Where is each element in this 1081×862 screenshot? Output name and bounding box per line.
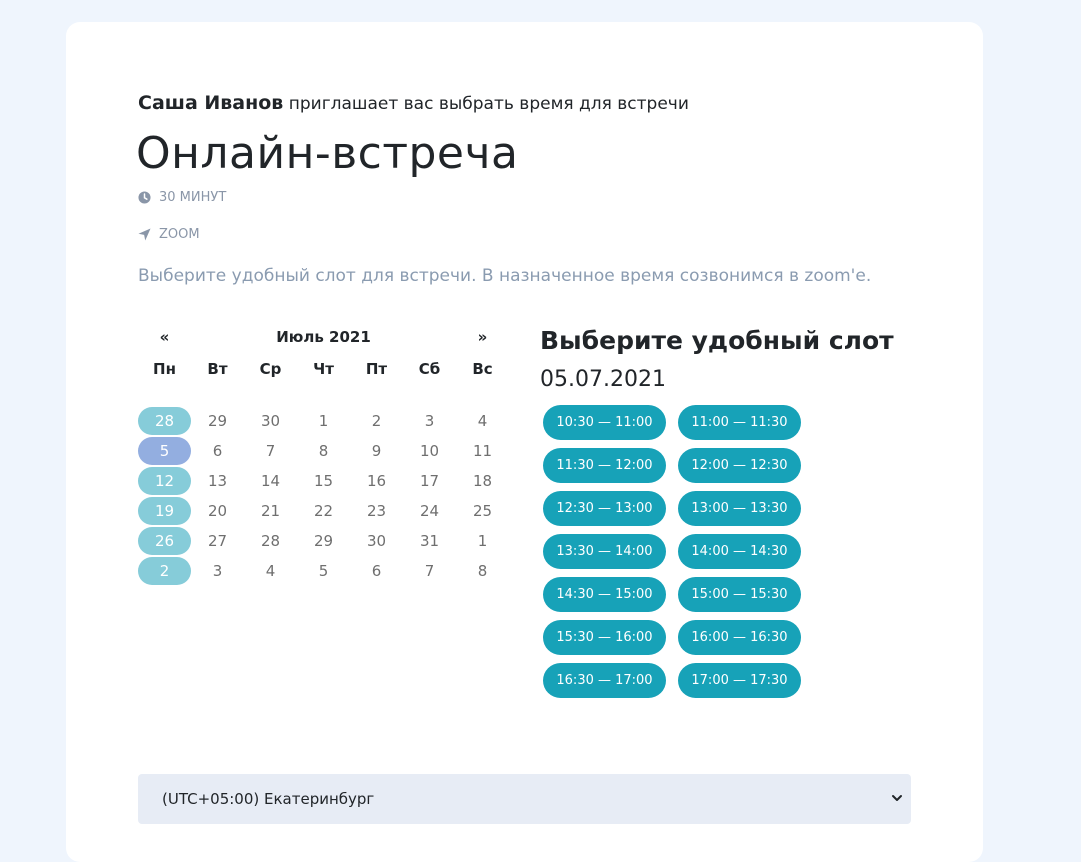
weekday-label: Пт — [365, 360, 388, 378]
prev-month-button[interactable]: « — [138, 328, 191, 346]
time-slot-button[interactable]: 11:30 — 12:00 — [543, 448, 666, 483]
duration-label: 30 минут — [159, 190, 227, 205]
time-slot-button[interactable]: 12:00 — 12:30 — [678, 448, 801, 483]
calendar-day[interactable]: 9 — [350, 437, 403, 465]
time-slot-button[interactable]: 14:30 — 15:00 — [543, 577, 666, 612]
slots-date: 05.07.2021 — [540, 367, 666, 392]
location-label: zoom — [159, 227, 200, 242]
calendar-month-label: Июль 2021 — [276, 328, 371, 346]
calendar-day[interactable]: 6 — [191, 437, 244, 465]
time-slot-button[interactable]: 15:30 — 16:00 — [543, 620, 666, 655]
timezone-value: (UTC+05:00) Екатеринбург — [162, 790, 375, 808]
weekday-label: Пн — [153, 360, 176, 378]
calendar-day[interactable]: 2 — [138, 557, 191, 585]
calendar-day[interactable]: 18 — [456, 467, 509, 495]
calendar-day[interactable]: 29 — [191, 407, 244, 435]
calendar-day[interactable]: 27 — [191, 527, 244, 555]
time-slot-button[interactable]: 13:30 — 14:00 — [543, 534, 666, 569]
calendar-day[interactable]: 28 — [244, 527, 297, 555]
calendar-day[interactable]: 22 — [297, 497, 350, 525]
calendar-day[interactable]: 17 — [403, 467, 456, 495]
time-slot-button[interactable]: 11:00 — 11:30 — [678, 405, 801, 440]
timezone-select[interactable]: (UTC+05:00) Екатеринбург — [138, 774, 911, 824]
calendar-day[interactable]: 24 — [403, 497, 456, 525]
calendar-day[interactable]: 21 — [244, 497, 297, 525]
calendar-day[interactable]: 5 — [138, 437, 191, 465]
invite-text: приглашает вас выбрать время для встречи — [288, 94, 689, 114]
calendar-header: « Июль 2021 » — [138, 326, 510, 348]
event-description: Выберите удобный слот для встречи. В наз… — [138, 266, 872, 286]
calendar-day[interactable]: 4 — [456, 407, 509, 435]
calendar-day[interactable]: 15 — [297, 467, 350, 495]
clock-icon — [138, 191, 151, 204]
calendar-day[interactable]: 30 — [244, 407, 297, 435]
weekday-label: Сб — [418, 360, 441, 378]
calendar-day[interactable]: 7 — [244, 437, 297, 465]
next-month-button[interactable]: » — [456, 328, 509, 346]
calendar-day[interactable]: 8 — [456, 557, 509, 585]
invite-line: Саша Иванов приглашает вас выбрать время… — [138, 92, 689, 114]
calendar-day[interactable]: 5 — [297, 557, 350, 585]
slots-title: Выберите удобный слот — [540, 326, 894, 355]
time-slot-button[interactable]: 16:00 — 16:30 — [678, 620, 801, 655]
weekday-label: Вт — [207, 360, 228, 378]
calendar-day[interactable]: 7 — [403, 557, 456, 585]
time-slot-button[interactable]: 10:30 — 11:00 — [543, 405, 666, 440]
booking-card: Саша Иванов приглашает вас выбрать время… — [66, 22, 983, 862]
time-slot-button[interactable]: 13:00 — 13:30 — [678, 491, 801, 526]
calendar-day[interactable]: 4 — [244, 557, 297, 585]
calendar-day[interactable]: 30 — [350, 527, 403, 555]
calendar-day[interactable]: 28 — [138, 407, 191, 435]
calendar-day[interactable]: 16 — [350, 467, 403, 495]
calendar-day[interactable]: 3 — [191, 557, 244, 585]
calendar-day[interactable]: 2 — [350, 407, 403, 435]
weekday-label: Вс — [472, 360, 493, 378]
time-slot-button[interactable]: 14:00 — 14:30 — [678, 534, 801, 569]
calendar-day[interactable]: 10 — [403, 437, 456, 465]
time-slot-button[interactable]: 12:30 — 13:00 — [543, 491, 666, 526]
duration-row: 30 минут — [138, 190, 226, 205]
time-slot-button[interactable]: 15:00 — 15:30 — [678, 577, 801, 612]
host-name: Саша Иванов — [138, 92, 284, 114]
calendar-day[interactable]: 26 — [138, 527, 191, 555]
time-slot-button[interactable]: 17:00 — 17:30 — [678, 663, 801, 698]
calendar-day[interactable]: 6 — [350, 557, 403, 585]
calendar-day[interactable]: 29 — [297, 527, 350, 555]
calendar-day[interactable]: 14 — [244, 467, 297, 495]
time-slot-button[interactable]: 16:30 — 17:00 — [543, 663, 666, 698]
calendar-day[interactable]: 1 — [456, 527, 509, 555]
calendar-day[interactable]: 23 — [350, 497, 403, 525]
calendar-day[interactable]: 3 — [403, 407, 456, 435]
calendar-day[interactable]: 11 — [456, 437, 509, 465]
calendar-day[interactable]: 8 — [297, 437, 350, 465]
location-arrow-icon — [138, 228, 151, 241]
event-title: Онлайн-встреча — [136, 128, 519, 179]
location-row: zoom — [138, 227, 200, 242]
calendar-day[interactable]: 12 — [138, 467, 191, 495]
chevron-down-icon — [891, 790, 903, 808]
calendar-day[interactable]: 31 — [403, 527, 456, 555]
calendar-day[interactable]: 1 — [297, 407, 350, 435]
calendar-day[interactable]: 25 — [456, 497, 509, 525]
calendar-day[interactable]: 13 — [191, 467, 244, 495]
calendar-day[interactable]: 19 — [138, 497, 191, 525]
weekday-label: Ср — [259, 360, 282, 378]
weekday-label: Чт — [313, 360, 334, 378]
calendar-day[interactable]: 20 — [191, 497, 244, 525]
